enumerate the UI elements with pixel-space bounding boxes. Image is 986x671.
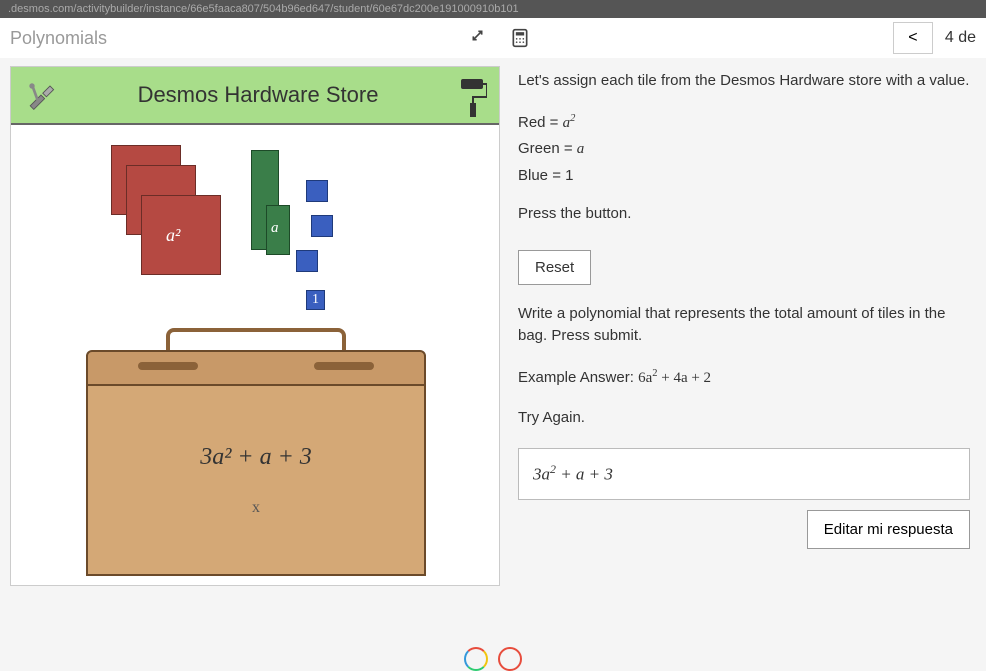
red-tile-label: a² [166,225,180,246]
instructions-panel: Let's assign each tile from the Desmos H… [512,66,976,586]
url-bar: .desmos.com/activitybuilder/instance/66e… [0,0,986,18]
dock-circle-icon[interactable] [498,647,522,671]
write-text: Write a polynomial that represents the t… [518,303,970,348]
blue-tile-label: 1 [306,290,325,310]
activity-canvas-panel: Desmos Hardware Store a² a 1 3a² + a + 3 [10,66,500,586]
red-tile[interactable] [141,195,221,275]
example-answer: Example Answer: 6a2 + 4a + 2 [518,366,970,390]
paint-roller-icon [457,77,487,113]
reset-button[interactable]: Reset [518,250,591,285]
nav-back-button[interactable]: < [893,22,933,54]
red-definition: Red = a2 [518,111,970,135]
blue-tile[interactable] [311,215,333,237]
nav-page-text: 4 de [945,29,976,47]
green-definition: Green = a [518,138,970,161]
press-text: Press the button. [518,203,970,226]
store-header: Desmos Hardware Store [11,67,499,125]
calculator-icon[interactable] [510,28,530,48]
canvas-area[interactable]: a² a 1 3a² + a + 3 x [11,125,499,585]
bottom-dock [464,647,522,671]
hammer-wrench-icon [23,77,59,113]
feedback-text: Try Again. [518,407,970,430]
green-tile-label: a [271,220,279,237]
blue-definition: Blue = 1 [518,165,970,188]
bag-variable: x [252,499,260,517]
breadcrumb: Polynomials [10,28,107,49]
header-row: Polynomials < 4 de [0,18,986,58]
fullscreen-icon[interactable] [470,28,490,48]
store-title: Desmos Hardware Store [59,82,457,108]
blue-tile[interactable] [306,180,328,202]
blue-tile[interactable] [296,250,318,272]
dock-circle-icon[interactable] [464,647,488,671]
bag-expression: 3a² + a + 3 [200,444,312,471]
answer-input[interactable]: 3a2 + a + 3 [518,448,970,500]
edit-response-button[interactable]: Editar mi respuesta [807,510,970,549]
shopping-bag[interactable]: 3a² + a + 3 x [86,320,426,576]
intro-text: Let's assign each tile from the Desmos H… [518,70,970,93]
